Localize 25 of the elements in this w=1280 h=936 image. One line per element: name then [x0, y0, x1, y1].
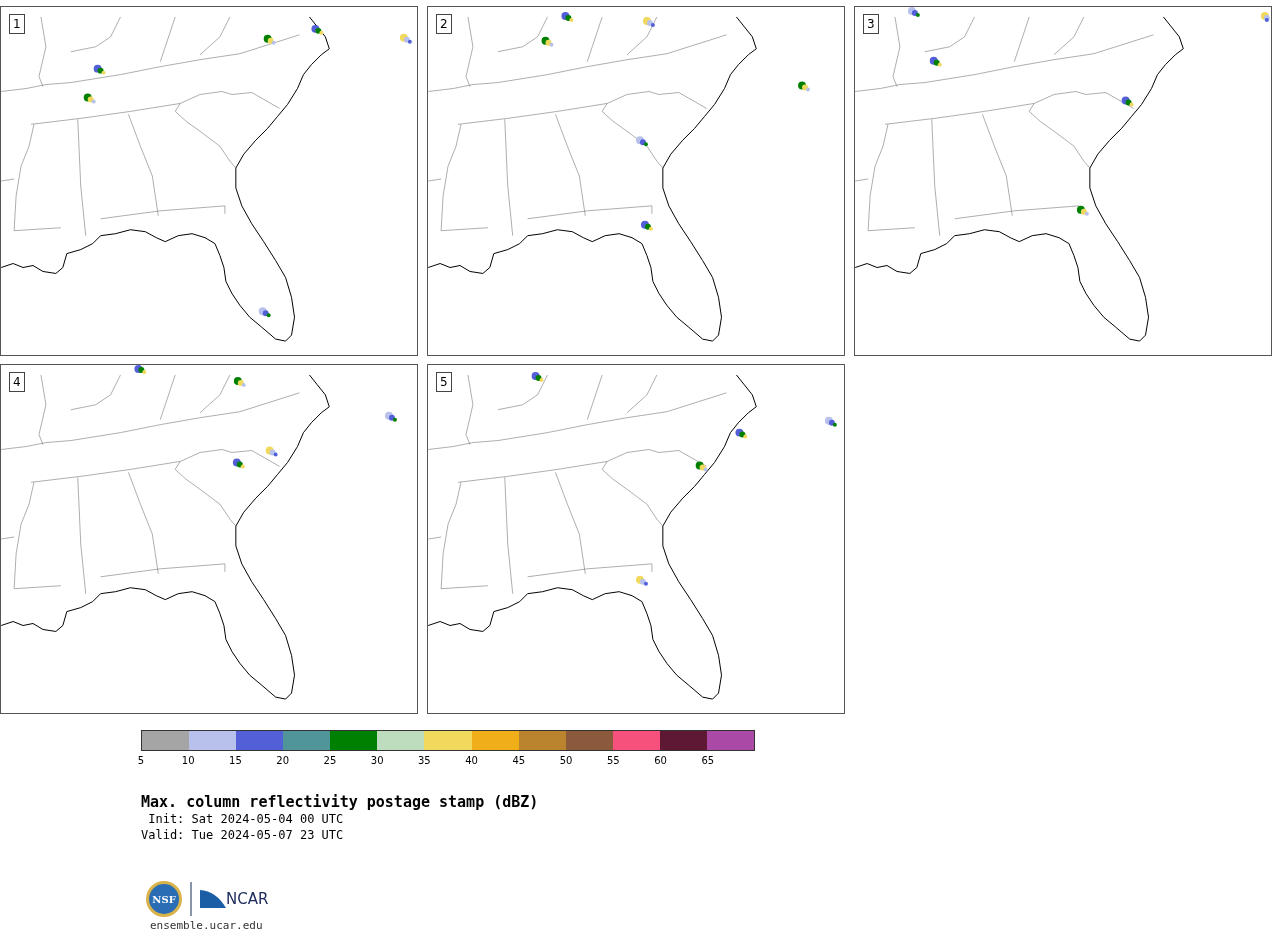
tick-label: 35: [418, 755, 431, 766]
tick-label: 45: [512, 755, 526, 766]
logo-text: NCAR: [226, 890, 269, 908]
swoosh-icon: [200, 890, 226, 908]
seal-logo: NSF: [146, 881, 182, 917]
init-time: Init: Sat 2024-05-04 00 UTC: [147, 811, 345, 827]
panel-number: 4: [9, 372, 25, 392]
panel-number: 1: [9, 14, 25, 34]
tick-label: 60: [654, 755, 667, 766]
tick-label: 50: [559, 755, 573, 766]
tick-label: 25: [323, 755, 337, 766]
tick-label: 15: [229, 755, 242, 766]
tick-label: 10: [181, 755, 195, 766]
tick-label: 40: [465, 755, 478, 766]
panel-number: 5: [436, 372, 452, 392]
tick-label: 30: [370, 755, 384, 766]
site-link[interactable]: ensemble.ucar.edu: [150, 919, 1280, 932]
tick-label: 65: [701, 755, 715, 766]
tick-label: 5: [137, 755, 145, 766]
panel-number: 3: [863, 14, 879, 34]
valid-time: Valid: Tue 2024-05-07 23 UTC: [141, 827, 345, 843]
tick-label: 20: [276, 755, 290, 766]
tick-label: 55: [606, 755, 620, 766]
chart-title: Max. column reflectivity postage stamp (dBZ): [141, 793, 540, 811]
panel-number: 2: [436, 14, 452, 34]
